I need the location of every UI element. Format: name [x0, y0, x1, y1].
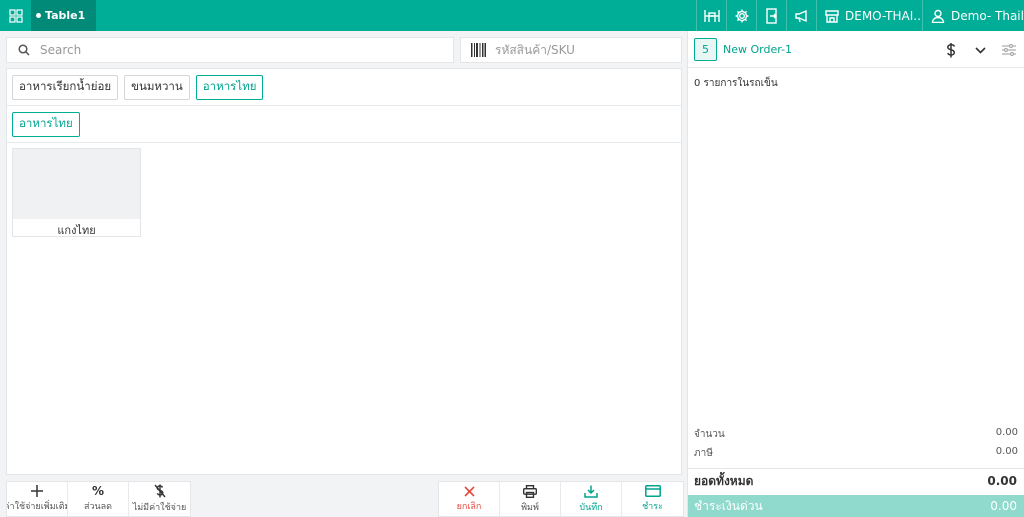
no-dollar-icon — [153, 484, 166, 498]
print-button[interactable]: พิมพ์ — [500, 482, 561, 516]
no-charge-label: ไม่มีค่าใช้จ่าย — [132, 503, 187, 513]
printer-icon — [523, 484, 537, 498]
exit-door-icon[interactable] — [756, 0, 786, 31]
order-modifier-actions: ค่าใช้จ่ายเพิ่มเติม % ส่วนลด ไม่มีค่าใช้… — [6, 481, 191, 517]
save-label: บันทึก — [579, 502, 603, 513]
order-panel: 5 New Order-1 0 รายการในรถเข็น จำนวน 0.0… — [687, 31, 1024, 517]
user-menu[interactable]: Demo- Thail... — [922, 0, 1024, 31]
sku-input[interactable]: รหัสสินค้า/SKU — [460, 37, 682, 63]
subcategory-tabs: อาหารไทย — [7, 106, 681, 143]
table-layout-icon[interactable] — [696, 0, 726, 31]
product-image — [13, 149, 140, 219]
discount-button[interactable]: % ส่วนลด — [68, 482, 129, 516]
tax-label: ภาษี — [694, 448, 713, 459]
category-tabs: อาหารเรียกน้ำย่อย ขนมหวาน อาหารไทย — [7, 69, 681, 106]
order-name[interactable]: New Order-1 — [723, 43, 792, 56]
quick-pay-value: 0.00 — [990, 499, 1017, 513]
percent-icon: % — [91, 484, 105, 498]
order-number-badge[interactable]: 5 — [694, 37, 717, 61]
search-placeholder: Search — [40, 43, 82, 57]
tax-value: 0.00 — [995, 446, 1018, 457]
quantity-row: จำนวน 0.00 — [694, 427, 1024, 442]
settings-icon[interactable] — [726, 0, 756, 31]
save-button[interactable]: บันทึก — [561, 482, 622, 516]
quantity-value: 0.00 — [995, 427, 1018, 438]
table-tab[interactable]: Table1 — [31, 0, 97, 31]
total-value: 0.00 — [987, 474, 1017, 488]
print-label: พิมพ์ — [521, 502, 539, 513]
quick-pay-label: ชำระเงินด่วน — [694, 498, 763, 513]
search-input[interactable]: Search — [6, 37, 454, 63]
total-row: ยอดทั้งหมด 0.00 — [688, 468, 1024, 493]
close-icon — [463, 485, 475, 497]
barcode-icon — [471, 43, 486, 57]
tax-row: ภาษี 0.00 — [694, 446, 1024, 461]
grid-menu-icon[interactable] — [0, 0, 31, 31]
currency-dollar-icon[interactable] — [941, 40, 961, 60]
cancel-label: ยกเลิก — [456, 501, 482, 512]
search-icon — [18, 44, 30, 56]
no-charge-button[interactable]: ไม่มีค่าใช้จ่าย — [129, 482, 190, 516]
quick-pay-button[interactable]: ชำระเงินด่วน 0.00 — [688, 495, 1024, 517]
plus-icon — [31, 485, 43, 497]
pay-label: ชำระ — [642, 502, 663, 512]
discount-label: ส่วนลด — [83, 502, 113, 512]
category-dessert[interactable]: ขนมหวาน — [124, 74, 190, 100]
table-tab-label: Table1 — [45, 9, 86, 22]
order-header: 5 New Order-1 — [688, 31, 1024, 68]
product-card[interactable]: แกงไทย — [12, 148, 141, 237]
order-actions: ยกเลิก พิมพ์ บันทึก ชำระ — [438, 481, 684, 517]
product-name: แกงไทย — [57, 224, 96, 237]
active-dot-icon — [36, 13, 41, 18]
extra-charge-label: ค่าใช้จ่ายเพิ่มเติม — [7, 502, 68, 512]
megaphone-icon[interactable] — [786, 0, 816, 31]
extra-charge-button[interactable]: ค่าใช้จ่ายเพิ่มเติม — [7, 482, 68, 516]
quantity-label: จำนวน — [694, 429, 725, 440]
top-bar: Table1 DEMO-THAI... Demo- Thail... — [0, 0, 1024, 31]
store-icon — [825, 9, 839, 23]
subcategory-thai-food[interactable]: อาหารไทย — [12, 111, 80, 137]
user-name: Demo- Thail... — [951, 8, 1024, 23]
store-selector[interactable]: DEMO-THAI... — [816, 0, 922, 31]
category-appetizer[interactable]: อาหารเรียกน้ำย่อย — [12, 74, 119, 100]
store-name: DEMO-THAI... — [845, 8, 922, 23]
total-label: ยอดทั้งหมด — [694, 473, 754, 488]
download-icon — [584, 485, 598, 498]
user-icon — [931, 9, 945, 23]
pay-button[interactable]: ชำระ — [622, 482, 683, 516]
sku-placeholder: รหัสสินค้า/SKU — [495, 42, 575, 57]
card-icon — [644, 485, 661, 497]
chevron-down-icon[interactable] — [970, 40, 990, 60]
filter-sliders-icon[interactable] — [999, 40, 1019, 60]
category-thai-food[interactable]: อาหารไทย — [195, 74, 264, 100]
product-grid: แกงไทย — [7, 143, 681, 242]
cart-items-count: 0 รายการในรถเข็น — [694, 78, 778, 89]
product-catalog: อาหารเรียกน้ำย่อย ขนมหวาน อาหารไทย อาหาร… — [6, 68, 682, 475]
cancel-button[interactable]: ยกเลิก — [439, 482, 500, 516]
